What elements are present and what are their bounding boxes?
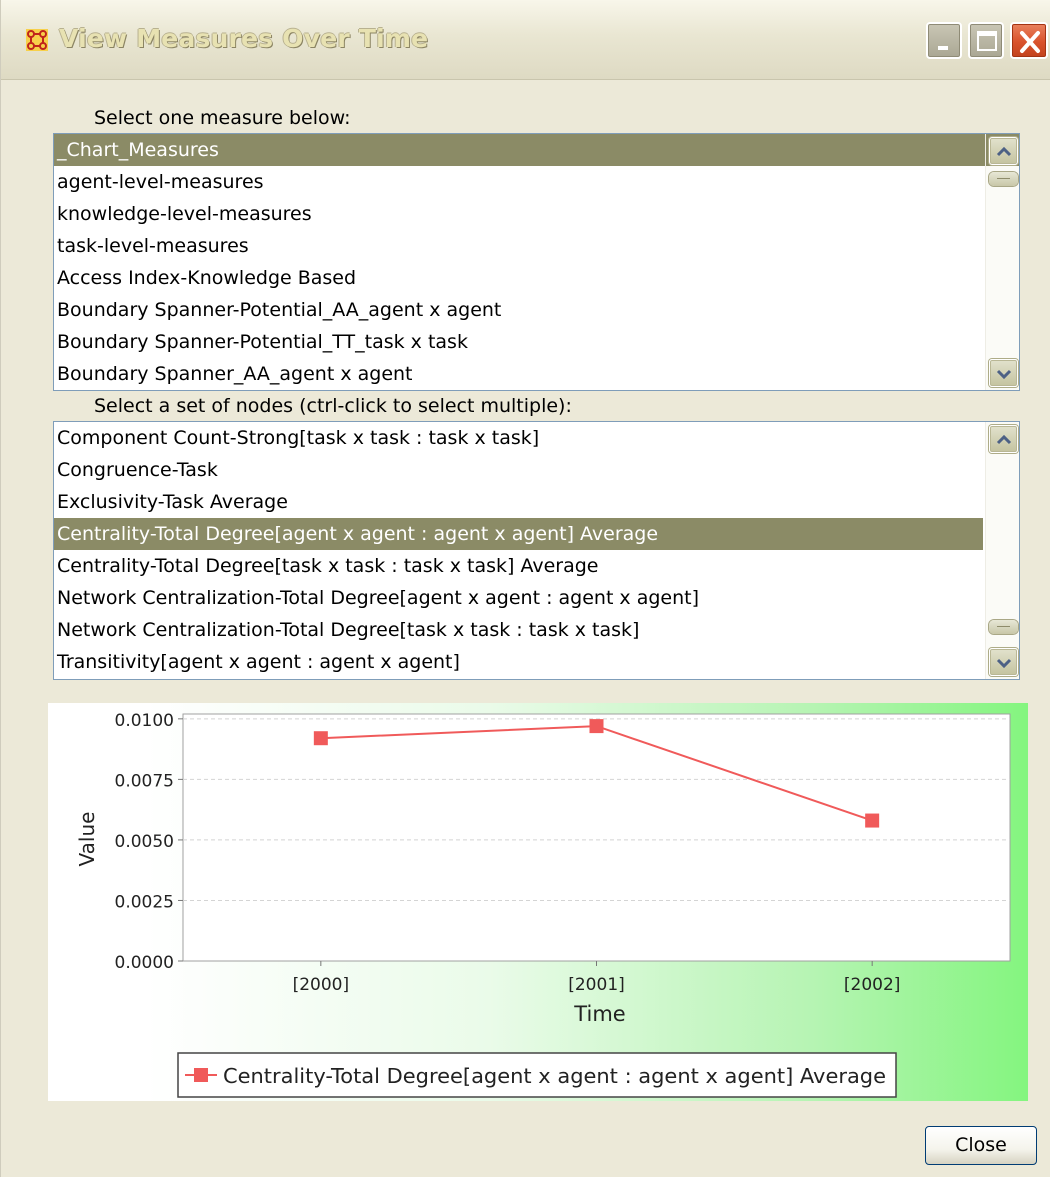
x-tick-label: [2000] [293, 975, 350, 995]
scroll-down-button[interactable] [989, 359, 1018, 387]
measure-item[interactable]: Boundary Spanner_AA_agent x agent [54, 358, 985, 390]
measure-item[interactable]: task-level-measures [54, 230, 985, 262]
legend: Centrality-Total Degree[agent x agent : … [177, 1052, 897, 1098]
x-tick-label: [2002] [844, 975, 901, 995]
close-icon [1020, 31, 1040, 53]
y-tick-label: 0.0100 [115, 711, 174, 731]
measures-scrollbar[interactable] [985, 134, 1019, 390]
nodes-scrollbar[interactable] [985, 422, 1019, 679]
measure-item[interactable]: _Chart_Measures [54, 134, 985, 166]
node-item[interactable]: Centrality-Total Degree[task x task : ta… [54, 550, 983, 582]
scroll-down-button[interactable] [989, 648, 1018, 676]
node-item[interactable]: Centrality-Total Degree[agent x agent : … [54, 518, 983, 550]
view-measures-window: View Measures Over Time Select one measu… [0, 0, 1050, 1177]
y-tick-label: 0.0050 [115, 832, 174, 852]
data-point [589, 719, 604, 734]
nodes-list-items: Component Count-Strong[task x task : tas… [54, 422, 983, 679]
node-item[interactable]: Component Count-Strong[task x task : tas… [54, 422, 983, 454]
title-bar[interactable]: View Measures Over Time [1, 0, 1050, 80]
y-tick-label: 0.0075 [115, 771, 174, 791]
measure-item[interactable]: Boundary Spanner-Potential_TT_task x tas… [54, 326, 985, 358]
legend-marker [194, 1068, 208, 1082]
chevron-down-icon [996, 369, 1012, 380]
y-tick-label: 0.0025 [115, 892, 174, 912]
app-icon [26, 29, 48, 51]
x-axis-label: Time [573, 1002, 625, 1026]
y-axis-label: Value [75, 812, 99, 867]
node-item[interactable]: Congruence-Task [54, 454, 983, 486]
chart-panel: 0.0000 0.0025 0.0050 0.0075 0.0100 [2000] [20… [48, 703, 1028, 1101]
legend-label: Centrality-Total Degree[agent x agent : … [223, 1064, 886, 1088]
maximize-icon [977, 31, 997, 51]
measures-label: Select one measure below: [94, 107, 351, 129]
window-title: View Measures Over Time [59, 24, 429, 53]
measure-item[interactable]: agent-level-measures [54, 166, 985, 198]
nodes-label: Select a set of nodes (ctrl-click to sel… [94, 395, 572, 417]
measure-item[interactable]: knowledge-level-measures [54, 198, 985, 230]
x-tick-label: [2001] [568, 975, 625, 995]
data-point [313, 731, 328, 746]
node-item[interactable]: Network Centralization-Total Degree[agen… [54, 582, 983, 614]
maximize-button[interactable] [968, 22, 1004, 59]
close-window-button[interactable] [1010, 22, 1048, 59]
scroll-up-button[interactable] [989, 137, 1018, 165]
measure-item[interactable]: Access Index-Knowledge Based [54, 262, 985, 294]
measure-item[interactable]: Boundary Spanner-Potential_AA_agent x ag… [54, 294, 985, 326]
minimize-icon [938, 46, 948, 50]
y-tick-label: 0.0000 [115, 953, 174, 973]
chevron-up-icon [996, 146, 1012, 157]
y-axis-ticks: 0.0000 0.0025 0.0050 0.0075 0.0100 [115, 711, 183, 973]
node-item[interactable]: Transitivity[agent x agent : agent x age… [54, 646, 983, 678]
x-axis-ticks: [2000] [2001] [2002] [293, 961, 901, 995]
data-point [865, 813, 880, 828]
scroll-thumb[interactable] [989, 172, 1018, 186]
measures-list-items: _Chart_Measures agent-level-measures kno… [54, 134, 985, 390]
plot-area [182, 713, 1011, 962]
line-chart: 0.00000.00250.00500.00750.0100 [2000] [20… [75, 711, 1011, 1098]
chevron-down-icon [996, 658, 1012, 669]
node-item[interactable]: Exclusivity-Task Average [54, 486, 983, 518]
measures-list[interactable]: _Chart_Measures agent-level-measures kno… [53, 133, 1020, 391]
node-item[interactable]: Network Centralization-Total Degree[task… [54, 614, 983, 646]
nodes-list[interactable]: Component Count-Strong[task x task : tas… [53, 421, 1020, 680]
scroll-thumb[interactable] [989, 620, 1018, 634]
close-button[interactable]: Close [925, 1126, 1037, 1165]
chevron-up-icon [996, 434, 1012, 445]
scroll-up-button[interactable] [989, 425, 1018, 453]
minimize-button[interactable] [926, 22, 962, 59]
